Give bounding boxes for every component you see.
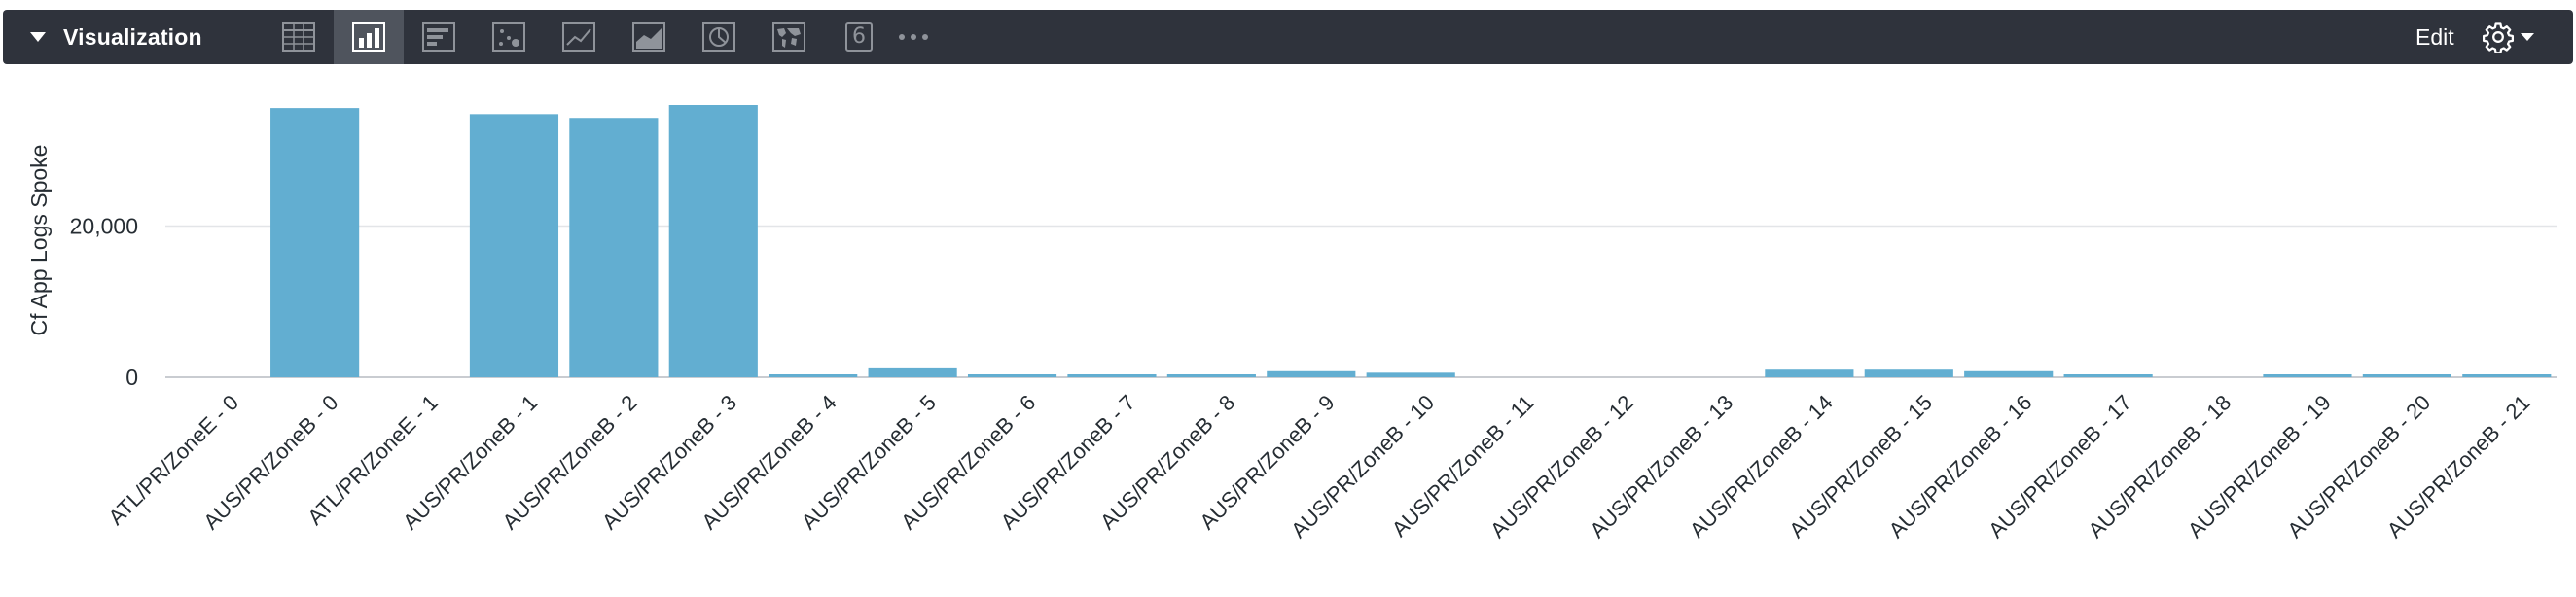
y-tick-label: 0 — [125, 365, 138, 390]
chart-bar[interactable] — [270, 108, 360, 377]
chart-bar[interactable] — [2362, 374, 2451, 377]
vis-type-area-button[interactable] — [614, 10, 684, 64]
vis-type-line-button[interactable] — [544, 10, 614, 64]
vis-type-single-value-button[interactable]: 6 — [824, 10, 894, 64]
chart-x-axis: ATL/PR/ZoneE - 0AUS/PR/ZoneB - 0ATL/PR/Z… — [103, 390, 2534, 543]
chart-bar[interactable] — [469, 114, 559, 378]
edit-button[interactable]: Edit — [2415, 10, 2454, 64]
column-chart-icon — [352, 22, 385, 52]
y-axis-title: Cf App Logs Spoke — [26, 145, 52, 336]
pie-chart-icon — [702, 22, 735, 52]
area-chart-icon — [632, 22, 665, 52]
chart-bar[interactable] — [1765, 369, 1854, 377]
chart-bar[interactable] — [1067, 374, 1157, 377]
visualization-header-bar: Visualization 6 Edit — [3, 10, 2573, 64]
visualization-type-picker: 6 — [264, 10, 933, 64]
single-value-icon: 6 — [845, 22, 873, 52]
more-icon — [899, 34, 928, 40]
line-chart-icon — [562, 22, 595, 52]
chart-bar[interactable] — [2462, 374, 2552, 377]
visualization-title: Visualization — [63, 23, 202, 50]
chart-bar[interactable] — [2063, 374, 2153, 377]
caret-down-icon — [2521, 33, 2534, 41]
y-tick-label: 20,000 — [70, 213, 138, 238]
chart-bar[interactable] — [1166, 374, 1256, 377]
column-chart: 0 20,000 ATL/PR/ZoneE - 0AUS/PR/ZoneB - 0… — [26, 105, 2557, 543]
chart-bar[interactable] — [668, 105, 758, 377]
vis-type-pie-button[interactable] — [684, 10, 754, 64]
vis-type-map-button[interactable] — [754, 10, 824, 64]
scatter-chart-icon — [492, 22, 525, 52]
more-vis-types-button[interactable] — [894, 10, 933, 64]
chart-y-axis: 0 20,000 — [70, 213, 138, 390]
bar-chart-icon — [422, 22, 455, 52]
vis-type-column-button[interactable] — [334, 10, 404, 64]
map-icon — [772, 22, 805, 52]
chart-bar[interactable] — [1267, 370, 1356, 377]
chart-bar[interactable] — [569, 118, 659, 377]
chart-bar[interactable] — [967, 374, 1057, 377]
chart-bar[interactable] — [868, 367, 957, 377]
visualization-toggle[interactable]: Visualization — [30, 10, 202, 64]
chart-bars — [270, 105, 2552, 378]
table-icon — [282, 22, 315, 52]
settings-menu-button[interactable] — [2482, 18, 2534, 56]
vis-type-bar-button[interactable] — [404, 10, 474, 64]
chart-bar[interactable] — [1964, 370, 2054, 377]
chart-bar[interactable] — [1864, 369, 1953, 377]
chart-bar[interactable] — [2263, 374, 2352, 377]
chart-bar[interactable] — [1366, 372, 1455, 377]
caret-down-icon — [30, 32, 46, 42]
vis-type-scatter-button[interactable] — [474, 10, 544, 64]
chart-bar[interactable] — [769, 374, 858, 377]
vis-type-table-button[interactable] — [264, 10, 334, 64]
gear-icon — [2482, 22, 2515, 53]
